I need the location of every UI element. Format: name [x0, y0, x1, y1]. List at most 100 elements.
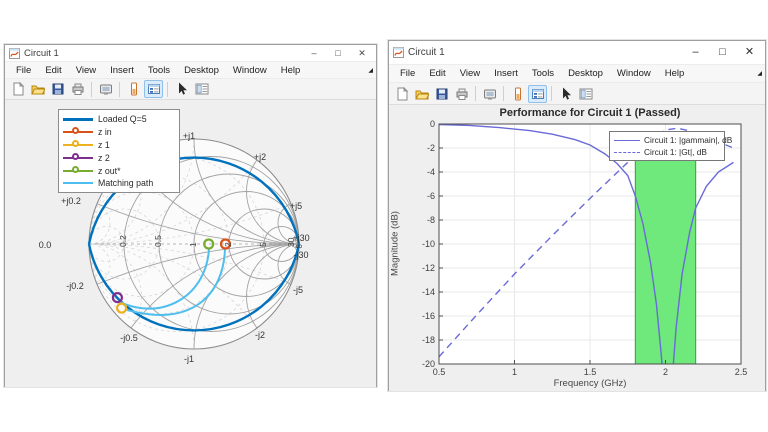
matlab-figure-icon: [393, 47, 404, 58]
svg-text:0.0: 0.0: [39, 240, 52, 250]
svg-text:5: 5: [258, 242, 268, 247]
svg-text:2: 2: [223, 242, 233, 247]
screenshot-stage: Circuit 1 – □ ✕ File Edit View Insert To…: [0, 0, 768, 432]
svg-text:30: 30: [286, 237, 296, 247]
minimize-button[interactable]: –: [302, 48, 326, 58]
legend-row-z-out: z out*: [63, 164, 175, 177]
edit-plot-icon[interactable]: [556, 85, 575, 103]
menu-insert[interactable]: Insert: [103, 62, 141, 79]
svg-text:0.2: 0.2: [118, 235, 128, 247]
menu-edit[interactable]: Edit: [38, 62, 68, 79]
edit-plot-icon[interactable]: [172, 80, 191, 98]
insert-legend-icon[interactable]: [144, 80, 163, 98]
window-title: Circuit 1: [24, 47, 59, 59]
legend-row-z-in: z in: [63, 126, 175, 139]
legend-row-z2: z 2: [63, 151, 175, 164]
property-inspector-icon[interactable]: [192, 80, 211, 98]
svg-text:-8: -8: [427, 215, 435, 225]
menu-overflow-icon[interactable]: ◢: [757, 70, 762, 77]
svg-text:-18: -18: [422, 335, 435, 345]
svg-text:-16: -16: [422, 311, 435, 321]
svg-text:2.5: 2.5: [735, 367, 748, 377]
legend-row-loaded-q: Loaded Q=5: [63, 113, 175, 126]
menu-tools[interactable]: Tools: [525, 65, 561, 82]
svg-text:-10: -10: [422, 239, 435, 249]
print-figure-icon[interactable]: [68, 80, 87, 98]
svg-text:-6: -6: [427, 191, 435, 201]
legend-row-gt: Circuit 1: |Gt|, dB: [614, 146, 720, 158]
insert-colorbar-icon[interactable]: [124, 80, 143, 98]
menu-desktop[interactable]: Desktop: [561, 65, 610, 82]
svg-text:-14: -14: [422, 287, 435, 297]
svg-text:-j0.5: -j0.5: [120, 333, 138, 343]
matlab-figure-icon: [9, 48, 20, 59]
legend-row-gammain: Circuit 1: |gammain|, dB: [614, 134, 732, 146]
legend-row-matching-path: Matching path: [63, 177, 175, 190]
svg-text:1: 1: [512, 367, 517, 377]
property-inspector-icon[interactable]: [576, 85, 595, 103]
smith-figure-canvas: 0.0 +j0.2 +j1 +j2 +j5 +j30 ∞ -j30 -j5 -j…: [5, 100, 376, 387]
menu-view[interactable]: View: [69, 62, 103, 79]
performance-legend[interactable]: Circuit 1: |gammain|, dB Circuit 1: |Gt|…: [609, 131, 732, 161]
svg-text:-2: -2: [427, 143, 435, 153]
plot-title: Performance for Circuit 1 (Passed): [499, 107, 681, 119]
svg-text:-j2: -j2: [255, 330, 265, 340]
svg-text:+j5: +j5: [290, 201, 302, 211]
svg-text:-4: -4: [427, 167, 435, 177]
menubar: File Edit View Insert Tools Desktop Wind…: [5, 62, 376, 79]
menu-overflow-icon[interactable]: ◢: [368, 67, 373, 74]
menu-tools[interactable]: Tools: [141, 62, 177, 79]
toolbar-separator: [551, 86, 552, 101]
smith-legend[interactable]: Loaded Q=5 z in z 1 z 2 z out* Matching …: [58, 109, 180, 193]
open-file-icon[interactable]: [412, 85, 431, 103]
toolbar-separator: [119, 81, 120, 97]
menu-file[interactable]: File: [9, 62, 38, 79]
link-plot-icon[interactable]: [96, 80, 115, 98]
svg-text:1: 1: [188, 242, 198, 247]
print-figure-icon[interactable]: [452, 85, 471, 103]
link-plot-icon[interactable]: [480, 85, 499, 103]
menu-view[interactable]: View: [453, 65, 487, 82]
performance-figure-canvas: Performance for Circuit 1 (Passed) 0.5 1 1…: [389, 105, 765, 391]
maximize-button[interactable]: □: [709, 47, 736, 58]
svg-text:-12: -12: [422, 263, 435, 273]
svg-text:-j0.2: -j0.2: [66, 281, 84, 291]
save-figure-icon[interactable]: [432, 85, 451, 103]
svg-text:2: 2: [663, 367, 668, 377]
svg-text:0.5: 0.5: [153, 235, 163, 247]
new-figure-icon[interactable]: [392, 85, 411, 103]
maximize-button[interactable]: □: [326, 48, 350, 58]
menu-window[interactable]: Window: [226, 62, 274, 79]
menu-desktop[interactable]: Desktop: [177, 62, 226, 79]
insert-colorbar-icon[interactable]: [508, 85, 527, 103]
menubar: File Edit View Insert Tools Desktop Wind…: [389, 65, 765, 83]
toolbar-separator: [91, 81, 92, 97]
menu-edit[interactable]: Edit: [422, 65, 452, 82]
close-button[interactable]: ✕: [350, 48, 374, 58]
menu-insert[interactable]: Insert: [487, 65, 525, 82]
toolbar: [5, 79, 376, 100]
figure-window-smith: Circuit 1 – □ ✕ File Edit View Insert To…: [4, 44, 377, 387]
new-figure-icon[interactable]: [8, 80, 27, 98]
svg-text:-j30: -j30: [293, 250, 308, 260]
titlebar[interactable]: Circuit 1 – □ ✕: [5, 45, 376, 62]
save-figure-icon[interactable]: [48, 80, 67, 98]
svg-text:+j2: +j2: [254, 152, 266, 162]
dashed-line-sample: [614, 151, 640, 153]
y-axis-label: Magnitude (dB): [389, 211, 401, 276]
menu-help[interactable]: Help: [658, 65, 692, 82]
toolbar: [389, 83, 765, 105]
svg-text:1.5: 1.5: [584, 367, 597, 377]
menu-window[interactable]: Window: [610, 65, 658, 82]
close-button[interactable]: ✕: [736, 47, 763, 58]
menu-help[interactable]: Help: [274, 62, 308, 79]
legend-row-z1: z 1: [63, 139, 175, 152]
titlebar[interactable]: Circuit 1 – □ ✕: [389, 41, 765, 65]
insert-legend-icon[interactable]: [528, 84, 547, 103]
svg-text:-j5: -j5: [293, 285, 303, 295]
svg-text:-20: -20: [422, 359, 435, 369]
svg-text:-j1: -j1: [184, 354, 194, 364]
open-file-icon[interactable]: [28, 80, 47, 98]
menu-file[interactable]: File: [393, 65, 422, 82]
minimize-button[interactable]: –: [682, 47, 709, 58]
